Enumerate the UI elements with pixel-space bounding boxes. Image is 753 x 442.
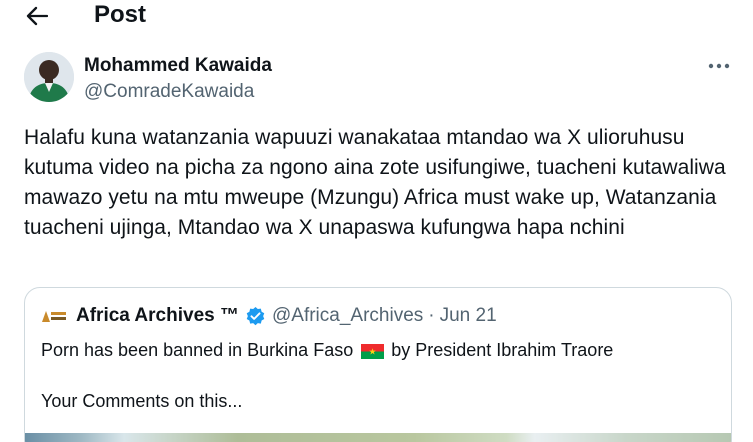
- separator-dot: ·: [428, 305, 435, 326]
- avatar-image: [24, 52, 74, 102]
- quoted-tweet[interactable]: Africa Archives ™ @Africa_Archives · Jun…: [24, 287, 732, 442]
- verified-badge-icon: [246, 306, 265, 325]
- quote-text-after-flag: by President Ibrahim Traore: [391, 340, 614, 360]
- burkina-faso-flag-icon: [361, 343, 385, 359]
- more-horizontal-icon: [708, 63, 730, 69]
- author-name[interactable]: Mohammed Kawaida: [84, 55, 272, 77]
- avatar[interactable]: [24, 52, 74, 102]
- tweet-text: Halafu kuna watanzania wapuuzi wanakataa…: [24, 126, 726, 239]
- quote-header: Africa Archives ™ @Africa_Archives · Jun…: [40, 304, 497, 328]
- quote-author-handle: @Africa_Archives: [271, 305, 424, 326]
- quote-date: Jun 21: [439, 305, 497, 326]
- africa-archives-logo: [40, 308, 68, 324]
- more-options-button[interactable]: [704, 54, 734, 78]
- page-title: Post: [94, 1, 147, 28]
- arrow-left-icon: [26, 6, 48, 26]
- quote-media-image[interactable]: [25, 433, 731, 442]
- quote-text-line-1: Porn has been banned in Burkina Faso by …: [41, 340, 613, 361]
- quote-text-before-flag: Porn has been banned in Burkina Faso: [41, 340, 354, 360]
- quote-text-line-2: Your Comments on this...: [41, 391, 243, 411]
- top-bar: Post: [0, 0, 753, 32]
- author-handle[interactable]: @ComradeKawaida: [84, 81, 254, 103]
- back-button[interactable]: [22, 2, 52, 30]
- quote-author-name: Africa Archives ™: [76, 305, 239, 326]
